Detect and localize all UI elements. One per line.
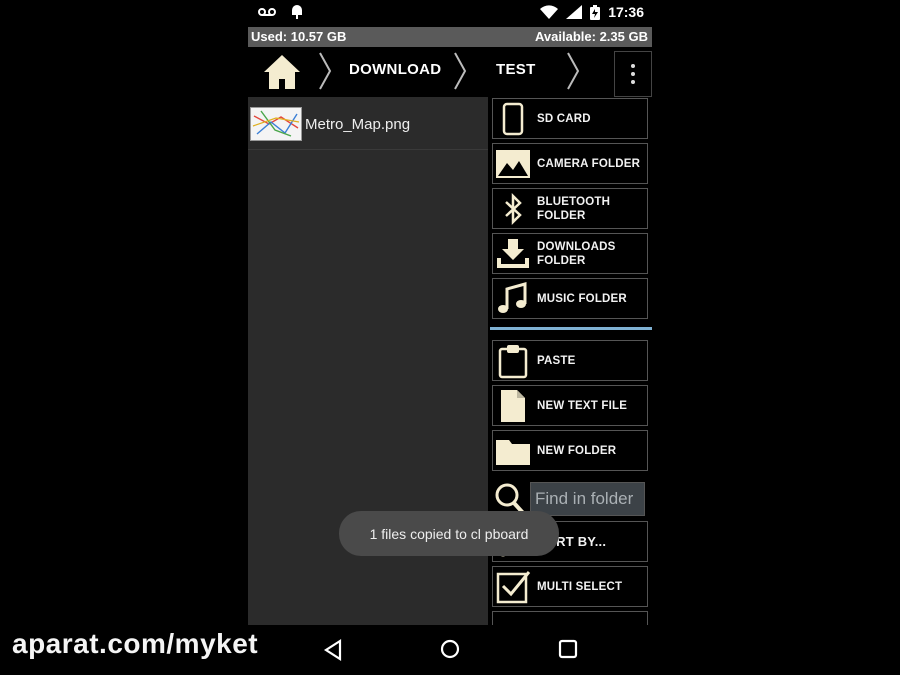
menu-item-new-text-file[interactable]: NEW TEXT FILE xyxy=(492,385,648,426)
music-icon xyxy=(498,282,527,313)
menu-item-multi-select[interactable]: MULTI SELECT xyxy=(492,566,648,607)
menu-item-label: SD CARD xyxy=(537,112,591,125)
chevron-right-icon xyxy=(567,52,580,90)
recents-icon[interactable] xyxy=(558,639,578,659)
image-thumbnail xyxy=(250,107,302,141)
watermark: aparat.com/myket xyxy=(12,628,259,659)
file-name: Metro_Map.png xyxy=(305,116,411,133)
toolbar: DOWNLOAD TEST xyxy=(248,47,652,97)
status-bar: 17:36 xyxy=(248,0,652,26)
checkbox-icon xyxy=(496,571,531,604)
available-space: Available: 2.35 GB xyxy=(535,29,648,44)
image-icon xyxy=(496,150,530,178)
menu-item-label: MUSIC FOLDER xyxy=(537,292,627,305)
menu-item-label: BLUETOOTH FOLDER xyxy=(537,195,611,222)
breadcrumb-download[interactable]: DOWNLOAD xyxy=(349,61,441,78)
menu-item-label: MULTI SELECT xyxy=(537,580,623,593)
menu-item-label: NEW TEXT FILE xyxy=(537,399,628,412)
android-debug-icon xyxy=(292,5,302,19)
home-nav-icon[interactable] xyxy=(440,639,460,659)
menu-divider xyxy=(490,327,652,330)
folder-icon xyxy=(496,440,530,465)
used-space: Used: 10.57 GB xyxy=(251,29,347,44)
clipboard-icon xyxy=(498,345,528,379)
menu-item-sd-card[interactable]: SD CARD xyxy=(492,98,648,139)
menu-item-label: DOWNLOADS FOLDER xyxy=(537,240,616,267)
back-icon[interactable] xyxy=(323,639,343,661)
menu-item-label: PASTE xyxy=(537,354,576,367)
file-row[interactable]: Metro_Map.png xyxy=(248,97,488,150)
voicemail-icon xyxy=(258,8,276,16)
file-icon xyxy=(501,390,525,422)
signal-icon xyxy=(566,5,583,19)
sd-card-icon xyxy=(502,102,524,136)
home-icon[interactable] xyxy=(262,53,302,91)
breadcrumb-test[interactable]: TEST xyxy=(496,61,536,78)
download-icon xyxy=(497,239,529,268)
find-in-folder-field[interactable] xyxy=(530,482,645,516)
menu-item-paste[interactable]: PASTE xyxy=(492,340,648,381)
bluetooth-icon xyxy=(505,192,522,226)
battery-icon xyxy=(590,4,601,20)
menu-item-label: CAMERA FOLDER xyxy=(537,157,641,170)
clock: 17:36 xyxy=(608,4,644,20)
menu-item-camera-folder[interactable]: CAMERA FOLDER xyxy=(492,143,648,184)
toast-message: 1 files copied to cl pboard xyxy=(339,511,559,556)
storage-bar: Used: 10.57 GB Available: 2.35 GB xyxy=(248,27,652,47)
chevron-right-icon xyxy=(319,52,332,90)
menu-item-downloads-folder[interactable]: DOWNLOADS FOLDER xyxy=(492,233,648,274)
menu-item-partial[interactable] xyxy=(492,611,648,625)
overflow-menu-button[interactable] xyxy=(614,51,652,97)
wifi-icon xyxy=(540,5,559,19)
menu-item-new-folder[interactable]: NEW FOLDER xyxy=(492,430,648,471)
chevron-right-icon xyxy=(454,52,467,90)
menu-item-label: NEW FOLDER xyxy=(537,444,617,457)
menu-item-music-folder[interactable]: MUSIC FOLDER xyxy=(492,278,648,319)
find-in-folder-input[interactable] xyxy=(531,483,644,515)
menu-item-bluetooth-folder[interactable]: BLUETOOTH FOLDER xyxy=(492,188,648,229)
